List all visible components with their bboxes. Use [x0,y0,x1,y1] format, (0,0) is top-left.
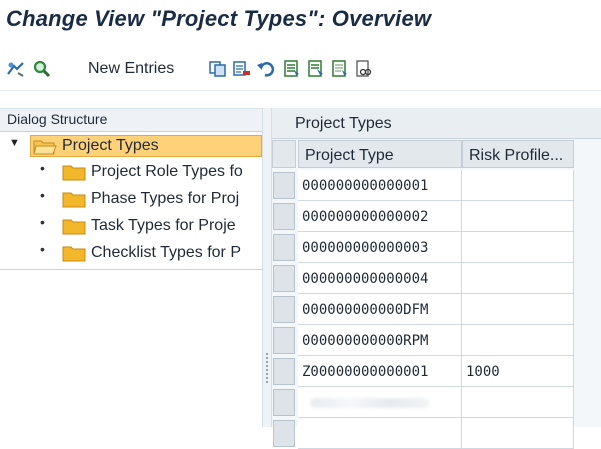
table-title-bar: Project Types [272,108,601,139]
folder-open-icon [33,140,57,155]
select-all-rows-button[interactable] [272,140,296,168]
risk-profile-cell[interactable] [462,294,574,325]
row-selector[interactable] [273,234,295,261]
new-entries-button[interactable]: New Entries [88,60,174,78]
table-row: 000000000000RPM [272,325,601,356]
project-type-cell[interactable]: 000000000000001 [298,170,462,201]
table-row: 000000000000002 [272,201,601,232]
tree-item-label: Checklist Types for P [91,244,241,261]
project-type-cell[interactable]: 000000000000004 [298,263,462,294]
risk-profile-cell[interactable] [462,418,574,449]
project-type-cell[interactable]: 000000000000DFM [298,294,462,325]
display-change-icon[interactable] [6,60,26,78]
tree-item-label: Task Types for Proje [91,217,236,234]
column-header-project-type[interactable]: Project Type [298,140,462,168]
details-icon[interactable] [354,60,374,78]
table-row: 000000000000001 [272,170,601,201]
bullet-icon: • [40,241,45,257]
select-all-icon[interactable] [282,60,302,78]
row-selector[interactable] [273,203,295,230]
tree-item-label: Phase Types for Proj [91,190,240,207]
table-row: Z00000000000001 1000 [272,356,601,387]
dialog-structure-pane: Dialog Structure ▼ Project Types • Proje… [0,108,262,427]
folder-icon [62,246,86,262]
title-bar: Change View "Project Types": Overview [0,0,601,40]
risk-profile-cell[interactable] [462,263,574,294]
dialog-structure-title: Dialog Structure [7,111,108,127]
row-selector[interactable] [273,172,295,199]
row-selector[interactable] [273,327,295,354]
tree-item-task-types[interactable]: • Task Types for Proje [0,214,262,238]
page-title: Change View "Project Types": Overview [6,6,432,31]
risk-profile-cell[interactable] [462,232,574,263]
row-selector[interactable] [273,296,295,323]
undo-icon[interactable] [256,60,276,78]
bullet-icon: • [40,160,45,176]
bullet-icon: • [40,214,45,230]
project-type-cell[interactable]: 000000000000RPM [298,325,462,356]
project-type-cell[interactable]: Z00000000000001 [298,356,462,387]
table-row: 000000000000003 [272,232,601,263]
table-row [272,418,601,449]
folder-icon [62,219,86,235]
project-types-pane: Project Types Project Type Risk Profile.… [272,108,601,449]
risk-profile-cell[interactable]: 1000 [462,356,574,387]
dialog-structure-tree: ▼ Project Types • Project Role Types fo … [0,131,262,270]
risk-profile-cell[interactable] [462,387,574,418]
risk-profile-cell[interactable] [462,201,574,232]
splitter-grip-icon[interactable] [266,353,268,385]
folder-icon [62,165,86,181]
delete-icon[interactable] [232,60,252,78]
risk-profile-cell[interactable] [462,325,574,356]
find-icon[interactable] [32,60,52,78]
redacted-overlay [310,398,430,408]
row-selector[interactable] [273,265,295,292]
deselect-all-icon[interactable] [330,60,350,78]
project-type-cell[interactable]: 000000000000002 [298,201,462,232]
select-block-icon[interactable] [306,60,326,78]
tree-item-label: Project Role Types fo [91,163,243,180]
tree-item-project-types[interactable]: ▼ Project Types [0,134,262,158]
table-row: 000000000000DFM [272,294,601,325]
folder-icon [62,192,86,208]
bullet-icon: • [40,187,45,203]
tree-item-project-role-types[interactable]: • Project Role Types fo [0,160,262,184]
expand-arrow-icon[interactable]: ▼ [9,137,20,149]
toolbar: New Entries [0,48,601,91]
row-selector[interactable] [273,358,295,385]
tree-item-label: Project Types [62,137,159,154]
row-selector[interactable] [273,420,295,447]
pane-splitter[interactable] [262,108,272,427]
dialog-structure-header: Dialog Structure [0,108,262,132]
tree-item-phase-types[interactable]: • Phase Types for Proj [0,187,262,211]
table-row [272,387,601,418]
copy-icon[interactable] [208,60,228,78]
row-selector[interactable] [273,389,295,416]
table-row: 000000000000004 [272,263,601,294]
project-type-cell[interactable]: 000000000000003 [298,232,462,263]
project-type-cell[interactable] [298,418,462,449]
risk-profile-cell[interactable] [462,170,574,201]
column-header-risk-profile[interactable]: Risk Profile... [462,140,574,168]
table-title: Project Types [295,115,392,132]
tree-item-checklist-types[interactable]: • Checklist Types for P [0,241,262,265]
table-header-row: Project Type Risk Profile... [272,138,601,170]
